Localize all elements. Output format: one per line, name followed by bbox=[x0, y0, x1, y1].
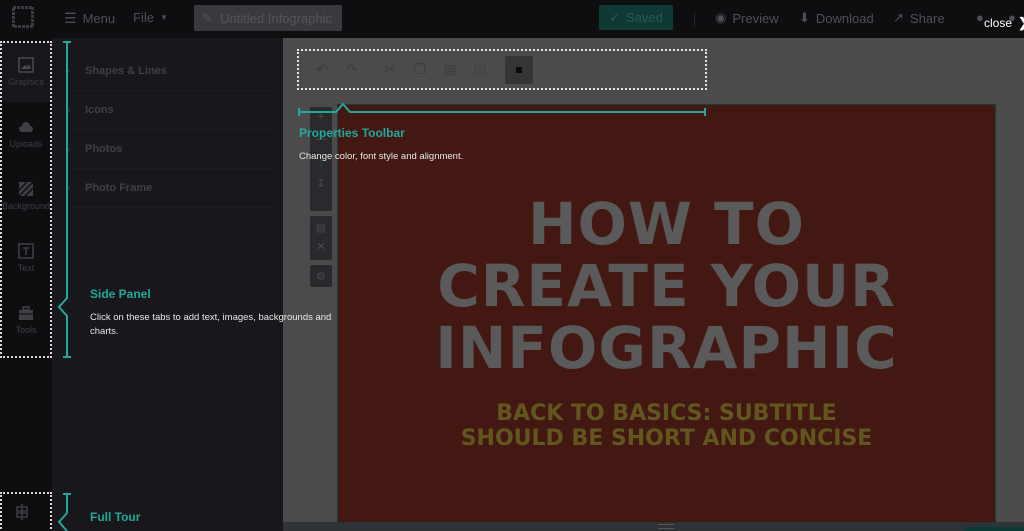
preview-label: Preview bbox=[732, 10, 779, 26]
document-title-field[interactable]: ✎ Untitled Infographic bbox=[194, 5, 342, 31]
side-panel-item-icons[interactable]: Icons bbox=[85, 104, 114, 116]
infographic-subtitle[interactable]: BACK TO BASICS: SUBTITLE SHOULD BE SHORT… bbox=[338, 401, 995, 451]
side-panel-item-photo-frame[interactable]: Photo Frame bbox=[85, 182, 152, 194]
eye-icon: ◉ bbox=[715, 10, 727, 25]
bullet-dot bbox=[67, 70, 70, 73]
divider bbox=[72, 90, 272, 91]
undo-icon[interactable]: ↶ bbox=[309, 57, 335, 83]
infographic-page[interactable]: HOW TO CREATE YOUR INFOGRAPHIC BACK TO B… bbox=[337, 104, 996, 524]
side-panel-tour-text: Click on these tabs to add text, images,… bbox=[90, 312, 332, 337]
canvas-bottom-bar bbox=[283, 522, 1024, 531]
cut-icon[interactable]: ✂ bbox=[377, 57, 403, 83]
paste-icon[interactable]: ▤ bbox=[437, 57, 463, 83]
download-label: Download bbox=[815, 10, 874, 26]
file-menu-button[interactable]: File ▼ bbox=[133, 10, 168, 25]
subtitle-line: BACK TO BASICS: SUBTITLE bbox=[496, 401, 837, 426]
bullet-dot bbox=[67, 109, 70, 112]
top-bar: ☰ Menu File ▼ ✎ Untitled Infographic ✓ S… bbox=[0, 0, 1024, 38]
hamburger-icon: ☰ bbox=[64, 10, 77, 26]
notification-bell-icon[interactable]: ● bbox=[976, 10, 984, 25]
editor-root: ☰ Menu File ▼ ✎ Untitled Infographic ✓ S… bbox=[0, 0, 1024, 531]
delete-icon[interactable]: ◫ bbox=[467, 57, 493, 83]
chevron-down-icon: ▼ bbox=[159, 13, 168, 22]
checkmark-icon: ✓ bbox=[609, 9, 621, 25]
title-line: CREATE YOUR bbox=[437, 252, 896, 320]
side-rail-highlight bbox=[0, 41, 52, 358]
redo-icon[interactable]: ↷ bbox=[339, 57, 365, 83]
file-label: File bbox=[133, 10, 154, 25]
position-icon[interactable] bbox=[505, 55, 533, 84]
corner-accent bbox=[964, 527, 1024, 531]
properties-toolbar-tour-title: Properties Toolbar bbox=[299, 126, 405, 140]
properties-toolbar: ↶ ↷ ✂ ❐ ▤ ◫ bbox=[297, 49, 707, 90]
group-icon[interactable]: ▤ bbox=[316, 221, 326, 234]
full-tour-link[interactable]: Full Tour bbox=[90, 510, 140, 524]
bullet-dot bbox=[67, 148, 70, 151]
side-panel-tour-title: Side Panel bbox=[90, 287, 151, 301]
infographic-title[interactable]: HOW TO CREATE YOUR INFOGRAPHIC bbox=[338, 193, 995, 379]
saved-button[interactable]: ✓ Saved bbox=[599, 5, 673, 30]
full-tour-highlight bbox=[0, 492, 52, 531]
layer-down-icon[interactable]: ↧ bbox=[316, 177, 325, 190]
menu-button[interactable]: ☰ Menu bbox=[64, 10, 115, 27]
vertical-toolbar-group-2: ▤ ✕ bbox=[310, 216, 332, 260]
close-tour-button[interactable]: close ❯ bbox=[984, 15, 1024, 31]
menu-label: Menu bbox=[82, 11, 116, 26]
copy-icon[interactable]: ❐ bbox=[407, 57, 433, 83]
pencil-icon: ✎ bbox=[202, 11, 213, 25]
side-panel-item-photos[interactable]: Photos bbox=[85, 143, 122, 155]
download-icon: ⬇ bbox=[799, 10, 810, 25]
resize-handle-icon[interactable] bbox=[658, 524, 674, 529]
properties-toolbar-tour-text: Change color, font style and alignment. bbox=[299, 151, 464, 162]
vertical-toolbar-group-3: ⚙ bbox=[310, 265, 332, 287]
side-panel-item-shapes-lines[interactable]: Shapes & Lines bbox=[85, 65, 167, 77]
title-line: HOW TO bbox=[528, 190, 805, 258]
subtitle-line: SHOULD BE SHORT AND CONCISE bbox=[460, 426, 873, 451]
share-icon: ↗ bbox=[893, 10, 904, 25]
close-icon[interactable]: ✕ bbox=[316, 240, 325, 253]
share-label: Share bbox=[909, 10, 945, 26]
saved-label: Saved bbox=[626, 10, 663, 25]
add-icon[interactable]: + bbox=[318, 111, 324, 123]
close-label: close bbox=[984, 16, 1013, 30]
divider bbox=[72, 168, 272, 169]
bullet-dot bbox=[67, 187, 70, 190]
side-panel: Shapes & Lines Icons Photos Photo Frame bbox=[52, 38, 283, 531]
app-logo-icon[interactable] bbox=[12, 6, 34, 28]
preview-button[interactable]: ◉ Preview bbox=[715, 10, 779, 26]
close-icon: ❯ bbox=[1018, 15, 1024, 31]
settings-icon[interactable]: ⚙ bbox=[316, 270, 326, 283]
download-button[interactable]: ⬇ Download bbox=[799, 10, 874, 26]
share-button[interactable]: ↗ Share bbox=[893, 10, 945, 26]
divider bbox=[72, 129, 272, 130]
document-title: Untitled Infographic bbox=[220, 10, 333, 26]
divider bbox=[72, 207, 272, 208]
title-line: INFOGRAPHIC bbox=[435, 314, 898, 382]
toolbar-divider bbox=[694, 12, 695, 26]
